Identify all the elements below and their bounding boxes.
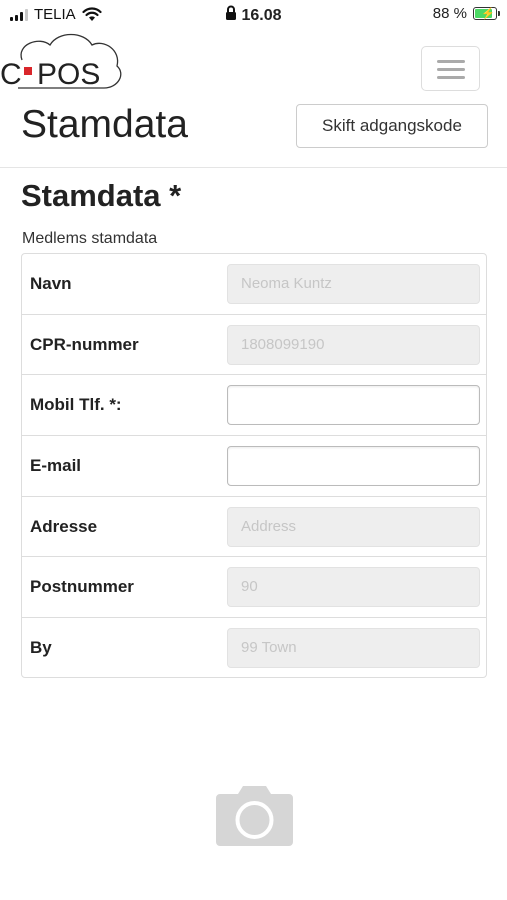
- field-label: Mobil Tlf. *:: [30, 395, 122, 415]
- battery-charging-icon: ⚡: [473, 7, 500, 20]
- field-label: Adresse: [30, 516, 98, 536]
- header-divider: [0, 167, 507, 168]
- field-label: E-mail: [30, 456, 82, 476]
- camera-icon[interactable]: [216, 785, 293, 846]
- field-label: By: [30, 638, 52, 658]
- city-field: 99 Town: [227, 628, 480, 669]
- status-right: 88 % ⚡: [432, 5, 500, 22]
- page-title: Stamdata: [21, 103, 188, 146]
- change-password-button[interactable]: Skift adgangskode: [296, 104, 488, 148]
- field-row-address: Adresse Address: [22, 497, 486, 558]
- field-row-postcode: Postnummer 90: [22, 557, 486, 619]
- status-bar: TELIA 16.08 88 % ⚡: [0, 0, 507, 30]
- mobile-phone-input[interactable]: [227, 385, 480, 426]
- menu-icon-line: [437, 60, 465, 63]
- email-input[interactable]: [227, 446, 480, 487]
- svg-text:C: C: [0, 58, 22, 91]
- status-time: 16.08: [241, 7, 282, 24]
- address-field: Address: [227, 506, 480, 547]
- field-row-city: By 99 Town: [22, 618, 486, 679]
- menu-button[interactable]: [421, 46, 480, 91]
- cpr-field: 1808099190: [227, 324, 480, 365]
- menu-icon-line: [437, 68, 465, 71]
- charging-bolt-icon: ⚡: [481, 8, 495, 20]
- field-row-cpr: CPR-nummer 1808099190: [22, 315, 486, 376]
- battery-percent: 88 %: [432, 5, 467, 22]
- field-label: Postnummer: [30, 577, 134, 597]
- field-row-mobile: Mobil Tlf. *:: [22, 375, 486, 437]
- field-row-email: E-mail: [22, 436, 486, 497]
- section-title: Stamdata *: [21, 178, 182, 213]
- field-row-name: Navn Neoma Kuntz: [22, 254, 486, 315]
- panel-caption: Medlems stamdata: [22, 230, 158, 247]
- status-time-group: 16.08: [0, 5, 507, 25]
- name-field: Neoma Kuntz: [227, 264, 480, 304]
- field-label: Navn: [30, 274, 72, 293]
- svg-text:POS: POS: [37, 58, 100, 91]
- menu-icon-line: [437, 76, 465, 79]
- cpos-logo[interactable]: C POS: [0, 30, 125, 92]
- lock-icon: [226, 5, 237, 20]
- field-label: CPR-nummer: [30, 334, 139, 354]
- member-data-panel: Navn Neoma Kuntz CPR-nummer 1808099190 M…: [21, 253, 487, 678]
- postcode-field: 90: [227, 567, 480, 608]
